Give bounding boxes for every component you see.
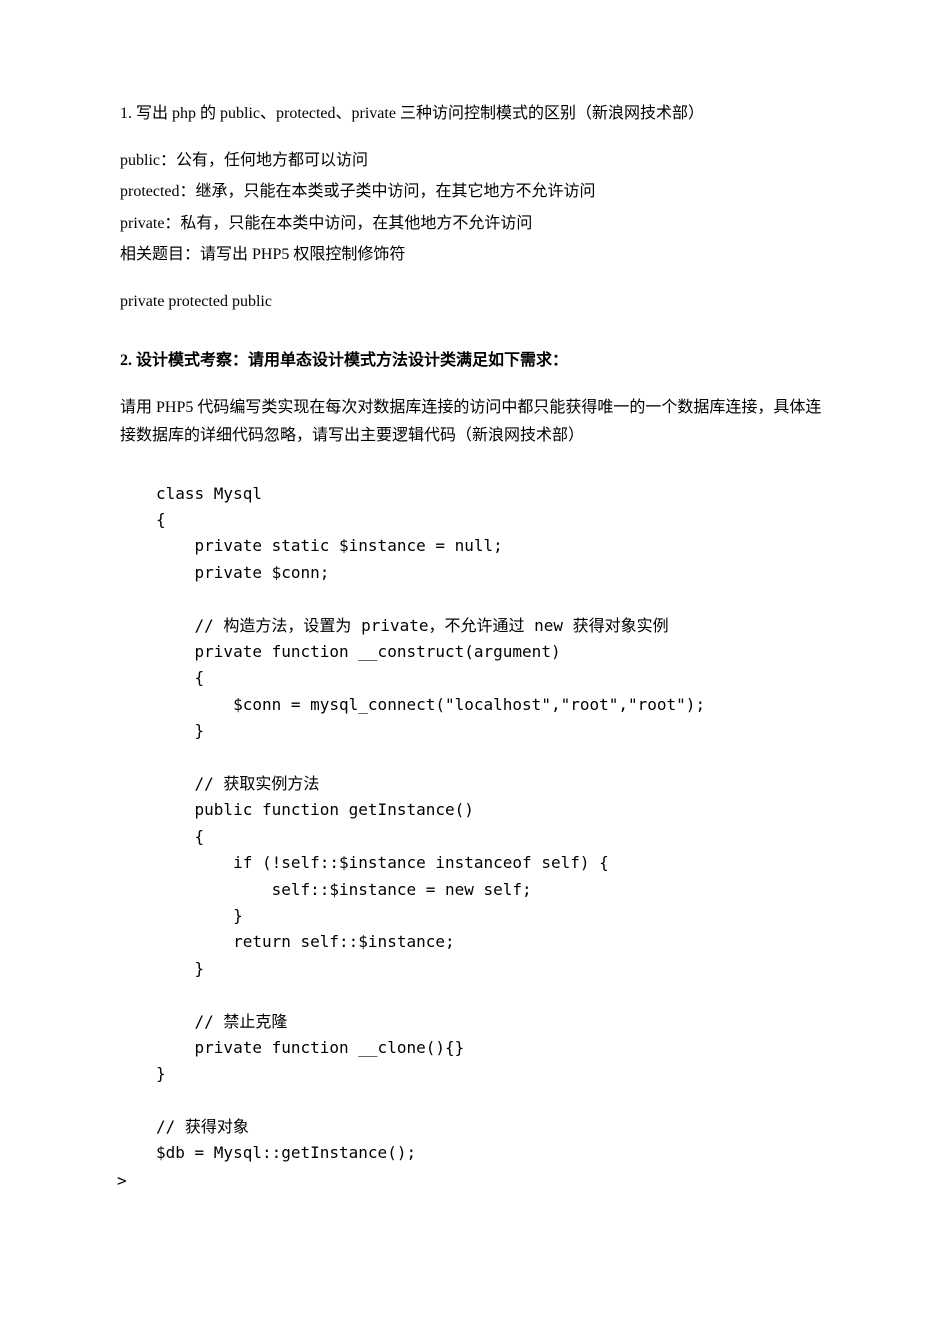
spacer	[120, 131, 825, 147]
q1-answer-line-2: protected：继承，只能在本类或子类中访问，在其它地方不允许访问	[120, 178, 825, 205]
q1-answer-line-3: private：私有，只能在本类中访问，在其他地方不允许访问	[120, 210, 825, 237]
close-bracket: >	[117, 1167, 825, 1194]
q1-answer-line-1: public：公有，任何地方都可以访问	[120, 147, 825, 174]
spacer	[120, 378, 825, 394]
code-block: class Mysql { private static $instance =…	[156, 481, 825, 1167]
q1-answer-line-4: 相关题目：请写出 PHP5 权限控制修饰符	[120, 241, 825, 268]
q1-answer-line-5: private protected public	[120, 288, 825, 315]
q2-description: 请用 PHP5 代码编写类实现在每次对数据库连接的访问中都只能获得唯一的一个数据…	[120, 394, 825, 448]
spacer	[120, 272, 825, 288]
q1-title: 1. 写出 php 的 public、protected、private 三种访…	[120, 100, 825, 127]
spacer	[120, 319, 825, 347]
q2-title: 2. 设计模式考察：请用单态设计模式方法设计类满足如下需求：	[120, 347, 825, 374]
spacer	[120, 453, 825, 481]
